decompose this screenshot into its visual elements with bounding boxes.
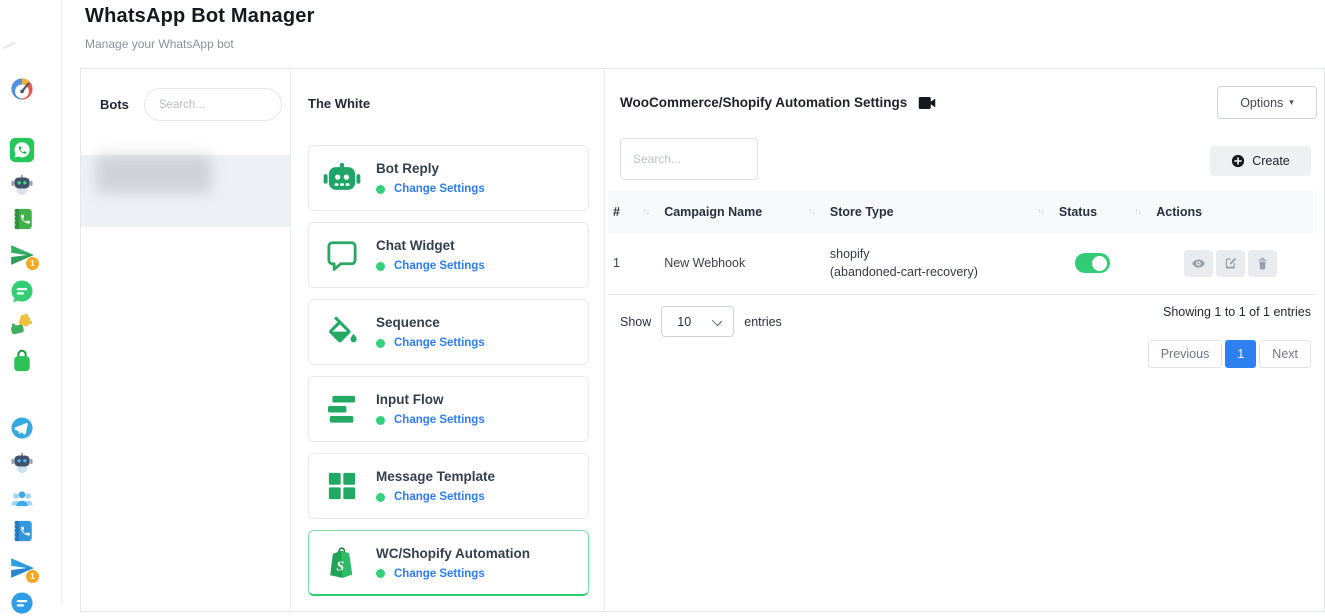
sort-icon[interactable] (808, 203, 815, 217)
delete-button[interactable] (1248, 250, 1277, 277)
column-header-index[interactable]: # (608, 191, 659, 233)
bot-manager-panel: Bots The White (80, 68, 1325, 612)
page-size-select[interactable]: 10 (661, 306, 734, 337)
status-dot (376, 493, 385, 502)
telegram-broadcast-icon[interactable]: 1 (9, 555, 35, 581)
telegram-bot-icon[interactable] (9, 449, 35, 475)
change-settings-link[interactable]: Change Settings (394, 260, 485, 272)
card-title: Sequence (376, 315, 485, 330)
app-icon-rail: 1 (0, 0, 62, 604)
column-header-store-type[interactable]: Store Type (825, 191, 1054, 233)
change-settings-link[interactable]: Change Settings (394, 491, 485, 503)
view-button[interactable] (1184, 250, 1213, 277)
column-header-campaign-name[interactable]: Campaign Name (659, 191, 825, 233)
bot-reply-icon (321, 157, 363, 199)
card-input-flow[interactable]: Input Flow Change Settings (308, 376, 589, 442)
whatsapp-icon[interactable] (9, 137, 35, 163)
options-button[interactable]: Options▾ (1217, 86, 1317, 119)
eye-icon (1191, 256, 1206, 271)
card-message-template[interactable]: Message Template Change Settings (308, 453, 589, 519)
show-label: Show (620, 315, 651, 329)
card-chat-widget[interactable]: Chat Widget Change Settings (308, 222, 589, 288)
page-title: WhatsApp Bot Manager (85, 5, 315, 28)
change-settings-link[interactable]: Change Settings (394, 183, 485, 195)
whatsapp-broadcast-icon[interactable]: 1 (9, 242, 35, 268)
input-flow-icon (321, 388, 363, 430)
video-tutorial-icon[interactable] (918, 96, 936, 110)
redacted-bot-name (96, 155, 212, 193)
telegram-icon[interactable] (9, 415, 35, 441)
edit-button[interactable] (1216, 250, 1245, 277)
whatsapp-bot-icon[interactable] (9, 171, 35, 197)
svg-text:S: S (336, 559, 344, 574)
change-settings-link[interactable]: Change Settings (394, 337, 485, 349)
actions-cell (1151, 233, 1317, 294)
whatsapp-chat-icon[interactable] (9, 278, 35, 304)
showing-entries-text: Showing 1 to 1 of 1 entries (1163, 305, 1311, 319)
unread-count-badge: 1 (26, 257, 39, 270)
card-title: WC/Shopify Automation (376, 546, 530, 561)
plus-circle-icon (1231, 154, 1245, 168)
unread-count-badge: 1 (26, 570, 39, 583)
card-bot-reply[interactable]: Bot Reply Change Settings (308, 145, 589, 211)
chat-widget-icon (321, 234, 363, 276)
message-template-icon (321, 465, 363, 507)
bots-label: Bots (100, 97, 129, 112)
section-title: WooCommerce/Shopify Automation Settings (620, 95, 907, 110)
card-wc-shopify-automation[interactable]: S WC/Shopify Automation Change Settings (308, 530, 589, 596)
status-cell (1054, 233, 1151, 294)
page-subtitle: Manage your WhatsApp bot (85, 37, 315, 51)
store-type-cell: shopify (abandoned-cart-recovery) (825, 233, 1054, 294)
selected-bot-name: The White (291, 69, 604, 111)
automation-settings-column: WooCommerce/Shopify Automation Settings … (605, 69, 1324, 611)
card-sequence[interactable]: Sequence Change Settings (308, 299, 589, 365)
store-bag-icon[interactable] (9, 348, 35, 374)
campaign-name-cell: New Webhook (659, 233, 825, 294)
card-title: Input Flow (376, 392, 485, 407)
bots-column: Bots (81, 69, 291, 611)
entries-label: entries (744, 315, 782, 329)
status-dot (376, 262, 385, 271)
previous-page-button[interactable]: Previous (1148, 340, 1223, 368)
telegram-contacts-icon[interactable] (9, 518, 35, 544)
card-title: Bot Reply (376, 161, 485, 176)
bot-list-item-selected[interactable] (81, 155, 290, 227)
next-page-button[interactable]: Next (1259, 340, 1311, 368)
change-settings-link[interactable]: Change Settings (394, 568, 485, 580)
column-header-status[interactable]: Status (1054, 191, 1151, 233)
table-search-input[interactable] (620, 138, 758, 180)
integrations-icon[interactable] (9, 312, 35, 338)
shopify-icon: S (321, 542, 363, 584)
whatsapp-contacts-icon[interactable] (9, 206, 35, 232)
sort-icon[interactable] (642, 203, 649, 217)
status-toggle[interactable] (1075, 253, 1110, 273)
column-header-actions: Actions (1151, 191, 1317, 233)
trash-icon (1255, 256, 1270, 271)
faded-menu-mark (2, 41, 16, 50)
sort-icon[interactable] (1134, 203, 1141, 217)
row-index: 1 (608, 233, 659, 294)
sort-icon[interactable] (1037, 203, 1044, 217)
change-settings-link[interactable]: Change Settings (394, 414, 485, 426)
bot-settings-column: The White Bot Reply (291, 69, 605, 611)
campaigns-table: # Campaign Name Store Type Status Action (608, 191, 1317, 295)
status-dot (376, 339, 385, 348)
card-title: Message Template (376, 469, 495, 484)
dashboard-gauge-icon[interactable] (9, 76, 35, 102)
status-dot (376, 569, 385, 578)
current-page-button[interactable]: 1 (1225, 340, 1256, 368)
card-title: Chat Widget (376, 238, 485, 253)
chevron-down-icon (712, 316, 722, 326)
telegram-chat-icon[interactable] (9, 590, 35, 616)
edit-icon (1223, 256, 1238, 271)
sequence-icon (321, 311, 363, 353)
pagination: Previous 1 Next (1148, 340, 1311, 368)
status-dot (376, 416, 385, 425)
telegram-group-icon[interactable] (9, 485, 35, 511)
chevron-down-icon: ▾ (1289, 97, 1294, 108)
table-row: 1 New Webhook shopify (abandoned-cart-re… (608, 233, 1317, 294)
bots-search-input[interactable] (144, 88, 282, 121)
create-button[interactable]: Create (1210, 146, 1311, 176)
status-dot (376, 185, 385, 194)
